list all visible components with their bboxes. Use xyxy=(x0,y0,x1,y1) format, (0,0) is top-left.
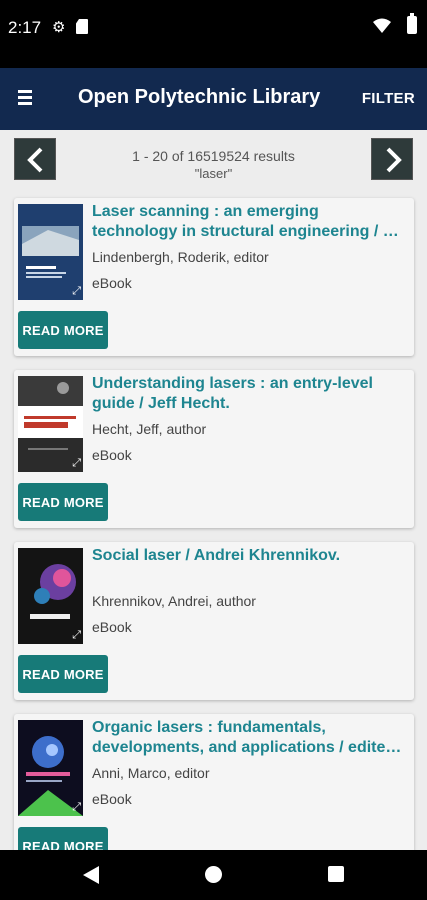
system-nav-bar xyxy=(0,850,427,900)
app-bar: Open Polytechnic Library FILTER xyxy=(0,68,427,130)
search-query: "laser" xyxy=(194,166,233,181)
recents-icon[interactable] xyxy=(328,866,344,882)
result-author: Khrennikov, Andrei, author xyxy=(92,593,256,609)
result-count: 1 - 20 of 16519524 results xyxy=(132,148,295,164)
result-title[interactable]: Understanding lasers : an entry-level gu… xyxy=(92,374,408,414)
result-title[interactable]: Organic lasers : fundamentals, developme… xyxy=(92,718,408,758)
read-more-button[interactable]: READ MORE xyxy=(18,311,108,349)
result-format: eBook xyxy=(92,791,132,807)
battery-icon xyxy=(407,13,417,34)
result-author: Anni, Marco, editor xyxy=(92,765,210,781)
result-card: ⤢ Laser scanning : an emerging technolog… xyxy=(14,198,414,356)
result-format: eBook xyxy=(92,447,132,463)
expand-icon: ⤢ xyxy=(72,801,81,813)
home-icon[interactable] xyxy=(205,866,222,883)
book-cover[interactable]: ⤢ xyxy=(18,548,83,644)
sd-card-icon xyxy=(76,19,88,34)
result-card: ⤢ Organic lasers : fundamentals, develop… xyxy=(14,714,414,850)
read-more-button[interactable]: READ MORE xyxy=(18,655,108,693)
previous-page-button[interactable] xyxy=(14,138,56,180)
status-bar: 2:17 ⚙ xyxy=(0,0,427,68)
book-cover[interactable]: ⤢ xyxy=(18,376,83,472)
book-cover[interactable]: ⤢ xyxy=(18,204,83,300)
result-title[interactable]: Social laser / Andrei Khrennikov. xyxy=(92,546,408,566)
expand-icon: ⤢ xyxy=(72,457,81,469)
results-content[interactable]: 1 - 20 of 16519524 results "laser" ⤢ Las… xyxy=(0,130,427,850)
expand-icon: ⤢ xyxy=(72,629,81,641)
chevron-left-icon xyxy=(27,147,43,173)
book-cover[interactable]: ⤢ xyxy=(18,720,83,816)
result-card: ⤢ Understanding lasers : an entry-level … xyxy=(14,370,414,528)
filter-button[interactable]: FILTER xyxy=(362,90,415,107)
read-more-button[interactable]: READ MORE xyxy=(18,827,108,850)
back-icon[interactable] xyxy=(83,866,99,884)
status-time: 2:17 xyxy=(8,18,42,37)
result-author: Hecht, Jeff, author xyxy=(92,421,207,437)
expand-icon: ⤢ xyxy=(72,285,81,297)
app-title: Open Polytechnic Library xyxy=(78,86,321,108)
gear-icon: ⚙ xyxy=(52,19,66,36)
next-page-button[interactable] xyxy=(371,138,413,180)
chevron-right-icon xyxy=(386,147,402,173)
pager: 1 - 20 of 16519524 results "laser" xyxy=(0,130,427,188)
result-format: eBook xyxy=(92,619,132,635)
read-more-button[interactable]: READ MORE xyxy=(18,483,108,521)
result-author: Lindenbergh, Roderik, editor xyxy=(92,249,269,265)
wifi-icon xyxy=(373,18,391,39)
result-title[interactable]: Laser scanning : an emerging technology … xyxy=(92,202,408,242)
hamburger-menu-icon[interactable] xyxy=(18,90,34,106)
result-card: ⤢ Social laser / Andrei Khrennikov. Khre… xyxy=(14,542,414,700)
result-format: eBook xyxy=(92,275,132,291)
